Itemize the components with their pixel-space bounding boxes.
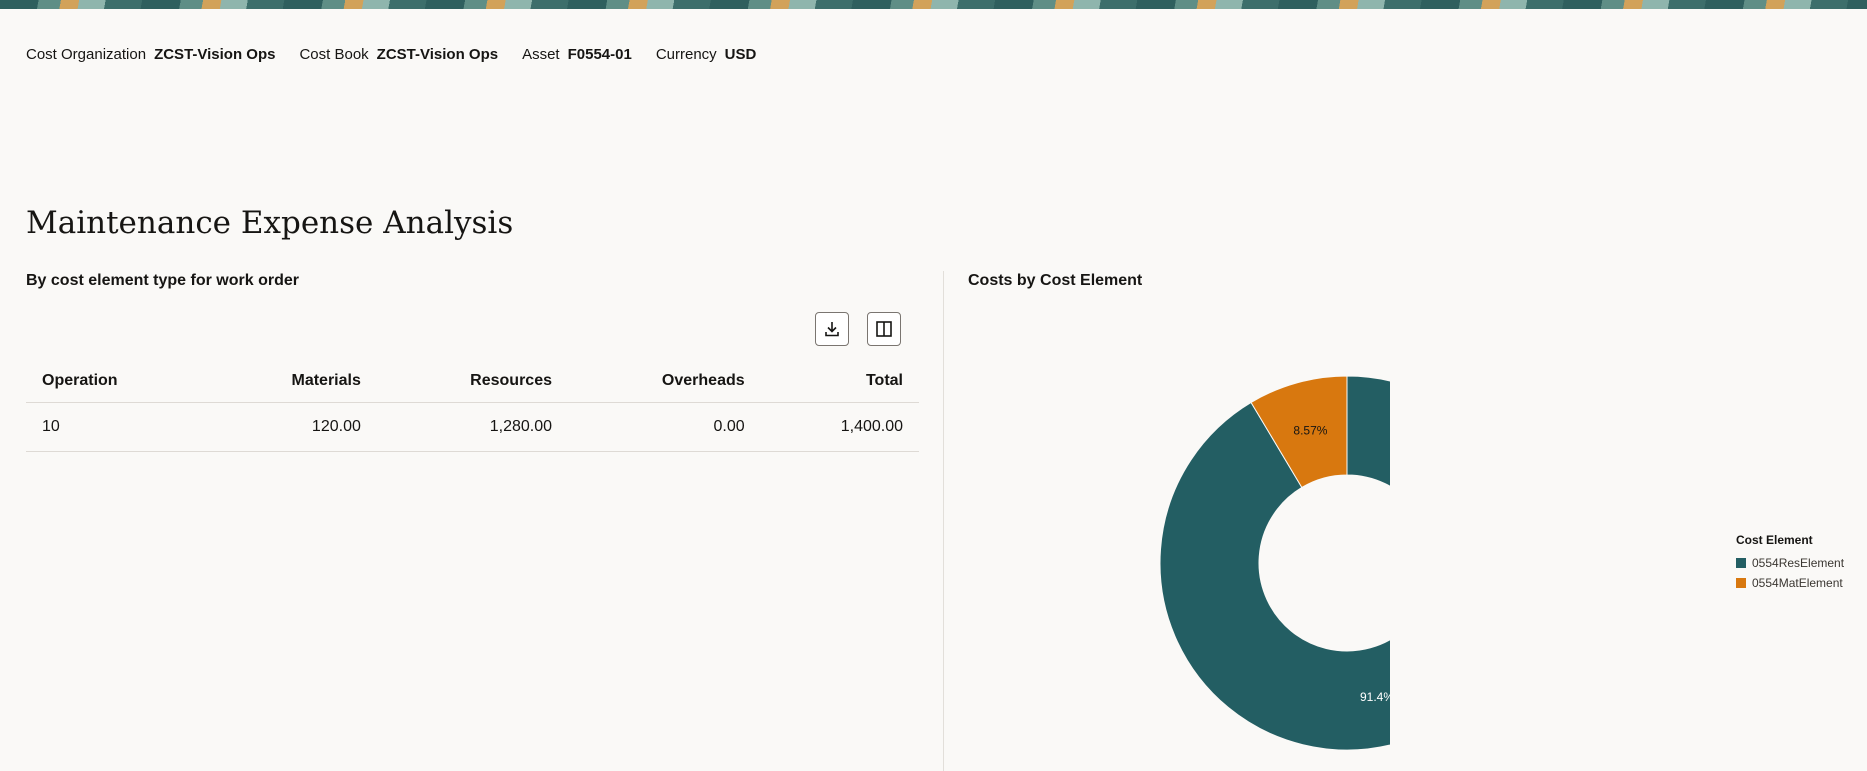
context-label: Currency (655, 45, 717, 63)
chart-legend: Cost Element 0554ResElement 0554MatEleme… (1736, 533, 1844, 593)
legend-label: 0554MatElement (1752, 576, 1843, 590)
cell-resources: 1,280.00 (376, 402, 568, 452)
cell-overheads: 0.00 (568, 402, 761, 452)
columns-button[interactable] (867, 312, 901, 346)
context-value: USD (724, 45, 757, 63)
legend-item-mat[interactable]: 0554MatElement (1736, 573, 1844, 593)
cell-operation: 10 (26, 402, 207, 452)
columns-icon (876, 321, 892, 337)
column-header-total[interactable]: Total (760, 360, 919, 403)
context-cost-organization: Cost Organization ZCST-Vision Ops (26, 46, 275, 63)
table-section-heading: By cost element type for work order (26, 272, 299, 289)
context-currency: Currency USD (656, 46, 757, 63)
legend-label: 0554ResElement (1752, 556, 1845, 570)
column-header-materials[interactable]: Materials (206, 360, 377, 403)
section-divider (943, 271, 944, 771)
download-icon (825, 322, 839, 337)
context-label: Asset (522, 45, 560, 63)
table-header-row: Operation Materials Resources Overheads … (26, 360, 919, 403)
cell-total: 1,400.00 (760, 402, 919, 452)
context-value: F0554-01 (567, 45, 632, 63)
context-asset: Asset F0554-01 (522, 46, 632, 63)
context-bar: Cost Organization ZCST-Vision Ops Cost B… (26, 44, 780, 64)
column-header-operation[interactable]: Operation (26, 360, 207, 403)
table-row[interactable]: 10 120.00 1,280.00 0.00 1,400.00 (26, 402, 919, 452)
legend-swatch (1736, 558, 1746, 568)
cost-table: Operation Materials Resources Overheads … (26, 360, 919, 452)
column-header-overheads[interactable]: Overheads (568, 360, 761, 403)
context-value: ZCST-Vision Ops (154, 45, 276, 63)
donut-label: 8.57% (1293, 423, 1327, 437)
download-button[interactable] (815, 312, 849, 346)
donut-chart: 91.4% 8.57% (1159, 375, 1390, 751)
legend-title: Cost Element (1736, 533, 1813, 547)
page-title: Maintenance Expense Analysis (26, 205, 514, 241)
legend-item-res[interactable]: 0554ResElement (1736, 553, 1844, 573)
column-header-resources[interactable]: Resources (376, 360, 568, 403)
context-value: ZCST-Vision Ops (376, 45, 499, 63)
context-label: Cost Book (299, 45, 369, 63)
cell-materials: 120.00 (206, 402, 377, 452)
legend-swatch (1736, 578, 1746, 588)
header-banner (0, 0, 1867, 9)
context-cost-book: Cost Book ZCST-Vision Ops (299, 46, 498, 63)
donut-label: 91.4% (1360, 690, 1390, 704)
chart-section-heading: Costs by Cost Element (968, 272, 1143, 289)
context-label: Cost Organization (26, 45, 147, 63)
